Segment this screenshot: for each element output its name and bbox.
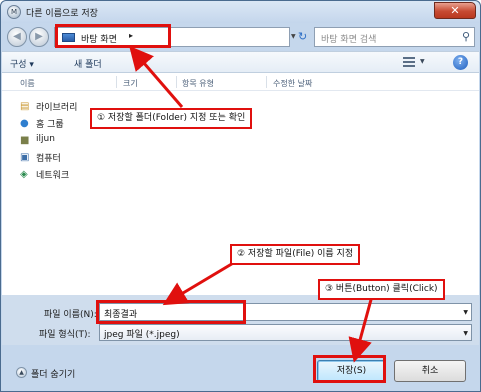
library-icon: ▤: [20, 101, 30, 112]
column-type[interactable]: 항목 유형: [182, 78, 214, 89]
search-icon[interactable]: ⚲: [462, 30, 470, 43]
column-name[interactable]: 이름: [20, 78, 35, 89]
dialog-footer: ▲ 폴더 숨기기 저장(S) 취소: [2, 345, 479, 391]
filetype-select[interactable]: jpeg 파일 (*.jpeg) ▼: [99, 324, 472, 341]
collapse-icon[interactable]: ▲: [16, 367, 27, 378]
filename-label: 파일 이름(N):: [44, 310, 97, 320]
title-bar: M 다른 이름으로 저장 ✕: [1, 1, 480, 23]
new-folder-button[interactable]: 새 폴더: [74, 57, 102, 70]
window-title: 다른 이름으로 저장: [26, 9, 98, 19]
column-modified[interactable]: 수정한 날짜: [273, 78, 312, 89]
cancel-button[interactable]: 취소: [394, 360, 466, 382]
address-highlight-box: [55, 24, 171, 48]
view-options-icon[interactable]: [403, 57, 415, 67]
column-header: 이름 크기 항목 유형 수정한 날짜: [2, 73, 479, 91]
filename-highlight-box: [96, 300, 246, 324]
callout-step3: ③ 버튼(Button) 클릭(Click): [318, 279, 445, 300]
callout-step1: ① 저장할 폴더(Folder) 지정 또는 확인: [90, 108, 253, 129]
callout-step2: ② 저장할 파일(File) 이름 지정: [230, 244, 361, 265]
search-placeholder: 바탕 화면 검색: [321, 35, 377, 45]
filetype-value: jpeg 파일 (*.jpeg): [104, 330, 180, 340]
help-icon[interactable]: ?: [453, 55, 468, 70]
user-folder-icon: ■: [20, 135, 30, 146]
filetype-label: 파일 형식(T):: [39, 330, 91, 340]
app-icon: M: [7, 5, 21, 19]
filename-dropdown-icon[interactable]: ▼: [463, 309, 468, 316]
column-size[interactable]: 크기: [123, 78, 138, 89]
view-dropdown-icon[interactable]: ▼: [420, 58, 425, 65]
computer-icon: ▣: [20, 152, 30, 163]
organize-menu[interactable]: 구성 ▾: [10, 57, 34, 70]
search-box[interactable]: 바탕 화면 검색 ⚲: [314, 27, 475, 47]
command-toolbar: 구성 ▾ 새 폴더 ▼ ?: [2, 51, 479, 73]
filetype-dropdown-icon[interactable]: ▼: [463, 330, 468, 337]
network-icon: ◈: [20, 169, 28, 180]
close-button[interactable]: ✕: [434, 2, 476, 19]
back-button[interactable]: ◀: [7, 27, 27, 47]
refresh-icon[interactable]: ↻: [298, 30, 307, 43]
forward-button[interactable]: ▶: [29, 27, 49, 47]
homegroup-icon: ●: [20, 118, 29, 129]
address-dropdown-icon[interactable]: ▼: [291, 33, 296, 40]
save-as-dialog: M 다른 이름으로 저장 ✕ ◀ ▶ 바탕 화면 ▸ ▼ ↻ 바탕 화면 검색 …: [0, 0, 481, 392]
save-highlight-box: [313, 355, 386, 383]
hide-folders-link[interactable]: 폴더 숨기기: [31, 367, 75, 380]
